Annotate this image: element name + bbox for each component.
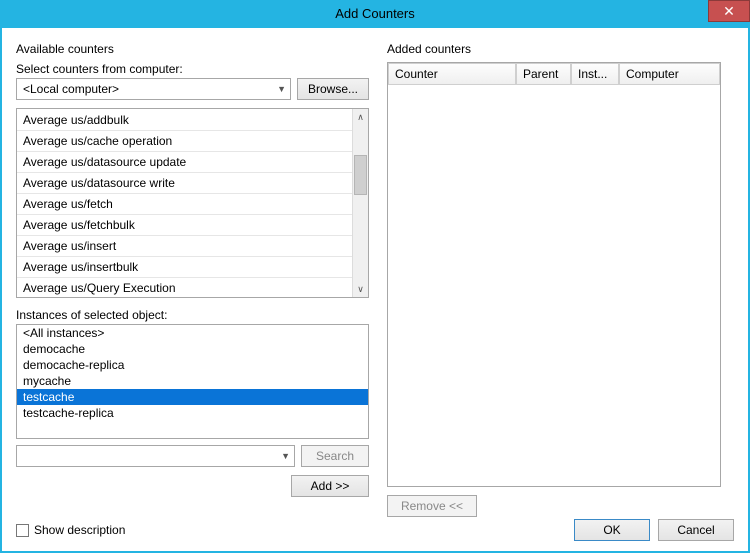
instance-item[interactable]: testcache <box>17 389 368 405</box>
added-counters-table: Counter Parent Inst... Computer <box>387 62 721 487</box>
browse-button[interactable]: Browse... <box>297 78 369 100</box>
instance-item[interactable]: testcache-replica <box>17 405 368 421</box>
added-counters-label: Added counters <box>387 42 721 56</box>
instance-item[interactable]: democache-replica <box>17 357 368 373</box>
checkbox-icon <box>16 524 29 537</box>
close-button[interactable]: ✕ <box>708 0 750 22</box>
ok-button[interactable]: OK <box>574 519 650 541</box>
instance-item[interactable]: <All instances> <box>17 325 368 341</box>
bottom-bar: Show description OK Cancel <box>16 519 734 541</box>
available-counters-panel: Available counters Select counters from … <box>16 42 369 517</box>
column-header-counter[interactable]: Counter <box>388 63 516 85</box>
counter-item[interactable]: Average us/datasource update <box>17 151 352 172</box>
search-button[interactable]: Search <box>301 445 369 467</box>
column-header-computer[interactable]: Computer <box>619 63 720 85</box>
counter-item[interactable]: Average us/datasource write <box>17 172 352 193</box>
select-computer-label: Select counters from computer: <box>16 62 369 76</box>
dialog-body: Available counters Select counters from … <box>0 28 750 553</box>
table-header: Counter Parent Inst... Computer <box>388 63 720 85</box>
scrollbar-thumb[interactable] <box>354 155 367 195</box>
instances-list: <All instances> democache democache-repl… <box>16 324 369 439</box>
counter-item[interactable]: Average us/cache operation <box>17 130 352 151</box>
title-bar: Add Counters ✕ <box>0 0 750 28</box>
column-header-parent[interactable]: Parent <box>516 63 571 85</box>
counter-item[interactable]: Average us/Query Execution <box>17 277 352 297</box>
counters-list: Average us/addbulk Average us/cache oper… <box>16 108 369 298</box>
chevron-down-icon: ▼ <box>281 451 290 461</box>
scrollbar-track[interactable] <box>353 125 368 281</box>
add-button[interactable]: Add >> <box>291 475 369 497</box>
scroll-up-icon[interactable]: ∧ <box>357 109 364 125</box>
close-icon: ✕ <box>723 3 735 19</box>
cancel-button[interactable]: Cancel <box>658 519 734 541</box>
available-counters-label: Available counters <box>16 42 369 56</box>
show-description-checkbox[interactable]: Show description <box>16 523 125 537</box>
counter-item[interactable]: Average us/insert <box>17 235 352 256</box>
counter-item[interactable]: Average us/fetchbulk <box>17 214 352 235</box>
remove-button[interactable]: Remove << <box>387 495 477 517</box>
computer-combo-value: <Local computer> <box>23 82 119 96</box>
window-title: Add Counters <box>335 6 415 21</box>
instance-search-combo[interactable]: ▼ <box>16 445 295 467</box>
instances-label: Instances of selected object: <box>16 308 369 322</box>
counter-item[interactable]: Average us/insertbulk <box>17 256 352 277</box>
instance-item[interactable]: mycache <box>17 373 368 389</box>
counter-item[interactable]: Average us/addbulk <box>17 109 352 130</box>
scroll-down-icon[interactable]: ∨ <box>357 281 364 297</box>
show-description-label: Show description <box>34 523 125 537</box>
chevron-down-icon: ▼ <box>277 84 286 94</box>
computer-combo[interactable]: <Local computer> ▼ <box>16 78 291 100</box>
counters-scrollbar[interactable]: ∧ ∨ <box>352 109 368 297</box>
counter-item[interactable]: Average us/fetch <box>17 193 352 214</box>
instance-item[interactable]: democache <box>17 341 368 357</box>
added-counters-panel: Added counters Counter Parent Inst... Co… <box>387 42 721 517</box>
column-header-inst[interactable]: Inst... <box>571 63 619 85</box>
